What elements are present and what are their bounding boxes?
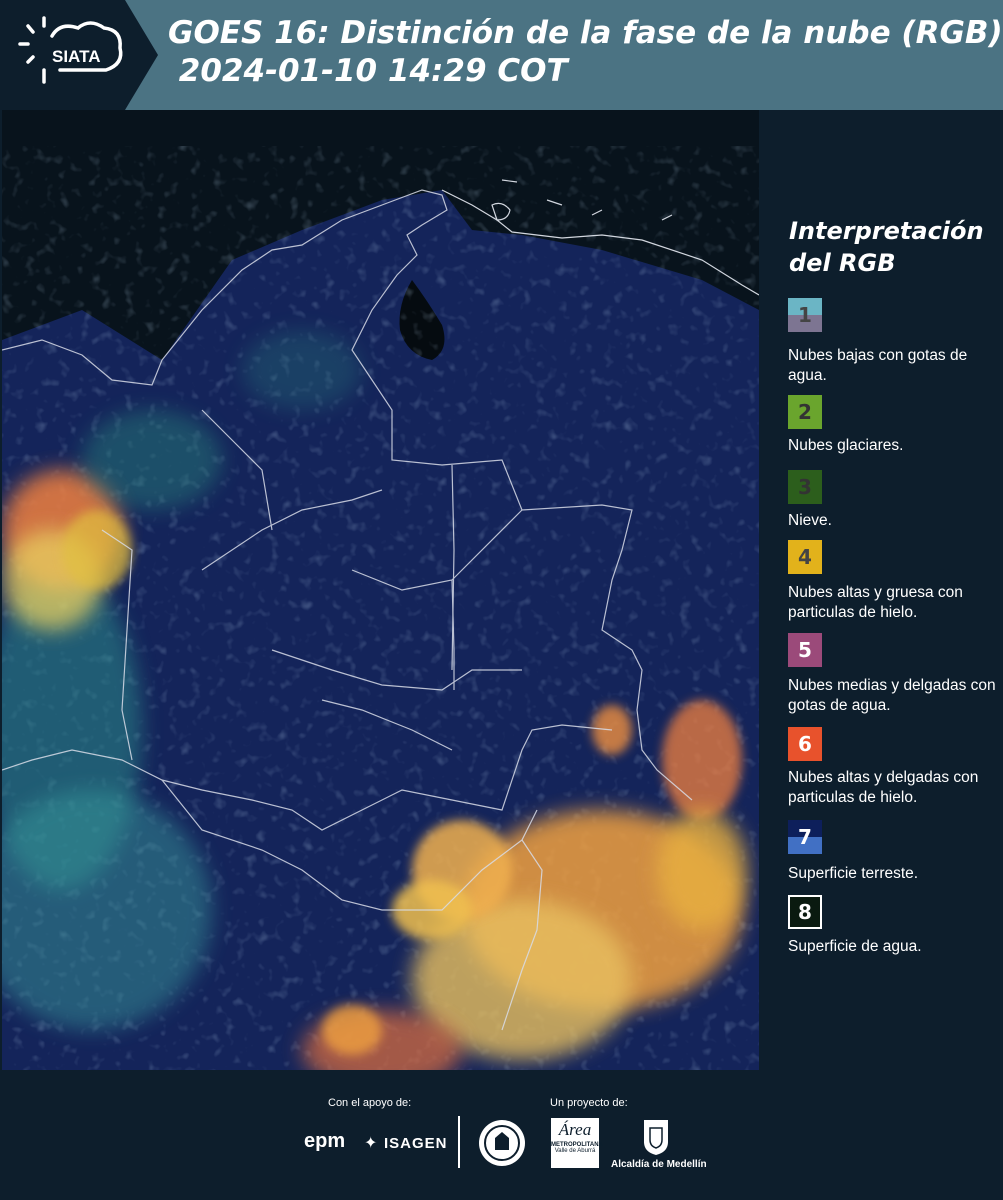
header: SIATA GOES 16: Distinción de la fase de …	[0, 0, 1003, 110]
legend-swatch-4: 4	[788, 540, 822, 574]
medellin-seal-icon	[477, 1118, 527, 1173]
legend-item-1-text: Nubes bajas con gotas de agua.	[788, 347, 968, 384]
support-label: Con el apoyo de:	[328, 1097, 412, 1109]
alcaldia-shield-icon	[642, 1118, 670, 1161]
epm-logo: epm	[304, 1130, 346, 1152]
legend-swatch-1: 1	[788, 298, 822, 332]
legend-item-4-text: Nubes altas y gruesa con particulas de h…	[788, 584, 963, 621]
legend-swatch-6: 6	[788, 727, 822, 761]
isagen-icon: ✦	[364, 1135, 378, 1152]
satellite-map	[2, 110, 759, 1070]
legend-swatch-8: 8	[788, 895, 822, 929]
svg-text:SIATA: SIATA	[52, 47, 100, 66]
legend-item-8-text: Superficie de agua.	[788, 938, 922, 955]
legend-title: Interpretación del RGB	[789, 217, 984, 277]
legend-swatch-3: 3	[788, 470, 822, 504]
legend-item-6-text: Nubes altas y delgadas con particulas de…	[788, 769, 979, 806]
siata-logo: SIATA	[0, 0, 160, 110]
legend-swatch-2: 2	[788, 395, 822, 429]
legend-panel: Interpretación del RGB 1 Nubes bajas con…	[759, 110, 1003, 1070]
project-label: Un proyecto de:	[550, 1097, 628, 1109]
alcaldia-label: Alcaldía de Medellín	[611, 1159, 707, 1170]
page-title: GOES 16: Distinción de la fase de la nub…	[168, 15, 1003, 89]
area-metropolitana-logo: Área METROPOLITANA Valle de Aburrá	[551, 1118, 603, 1168]
legend-swatch-5: 5	[788, 633, 822, 667]
legend-item-5-text: Nubes medias y delgadas con gotas de agu…	[788, 677, 996, 714]
legend-item-2-text: Nubes glaciares.	[788, 437, 904, 454]
footer-divider	[458, 1116, 460, 1168]
legend-swatch-7: 7	[788, 820, 822, 854]
isagen-logo: ISAGEN	[384, 1135, 448, 1152]
legend-item-7-text: Superficie terreste.	[788, 865, 919, 882]
footer: Con el apoyo de: Un proyecto de: epm ✦ I…	[0, 1070, 1003, 1200]
legend-item-3-text: Nieve.	[788, 512, 832, 529]
